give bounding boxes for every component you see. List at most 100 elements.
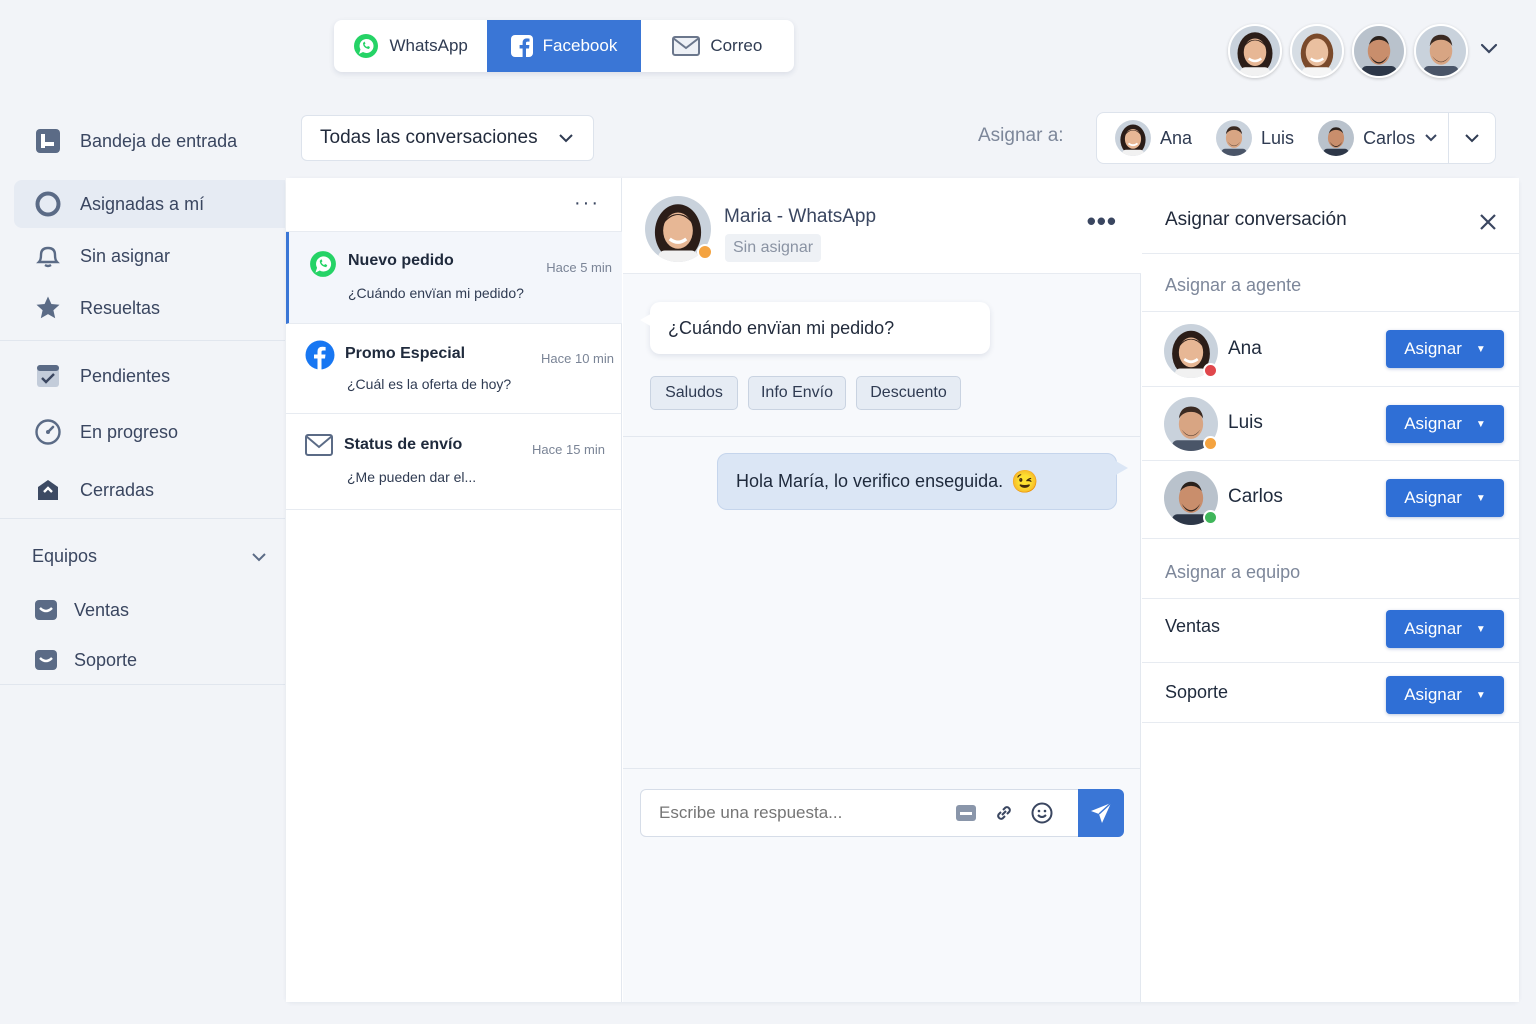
sidebar-item-label: Soporte (74, 649, 138, 670)
sidebar-team-ventas[interactable]: Ventas (14, 586, 285, 634)
assign-to-label: Asignar a: (978, 125, 1064, 146)
assign-chip-luis[interactable]: Luis (1216, 120, 1294, 156)
divider (623, 436, 1141, 437)
assign-button[interactable]: Asignar ▼ (1386, 676, 1504, 714)
tab-whatsapp[interactable]: WhatsApp (334, 20, 487, 72)
incoming-message: ¿Cuándo envïan mi pedido? (650, 302, 990, 354)
team-row-ventas: Ventas Asignar ▼ (1142, 599, 1519, 663)
status-dot (1203, 363, 1218, 378)
sidebar-team-soporte[interactable]: Soporte (14, 636, 285, 684)
conversation-title: Status de envío (344, 436, 463, 453)
tab-correo[interactable]: Correo (641, 20, 794, 72)
bell-icon (34, 242, 62, 270)
assign-to-bar: Ana Luis Carlos (1096, 112, 1496, 164)
sidebar-item-label: Bandeja de entrada (80, 130, 238, 151)
message-text: ¿Cuándo envïan mi pedido? (668, 317, 895, 338)
checkbox-icon (34, 362, 62, 390)
chevron-down-icon (1465, 134, 1479, 143)
avatar[interactable] (1352, 24, 1406, 78)
sidebar-item-label: Ventas (74, 599, 130, 620)
sidebar-item-inbox[interactable]: Bandeja de entrada (14, 117, 285, 165)
team-row-soporte: Soporte Asignar ▼ (1142, 663, 1519, 723)
assign-chip-carlos[interactable]: Carlos (1318, 120, 1438, 156)
bubble-tail (640, 312, 654, 328)
tab-correo-label: Correo (710, 36, 763, 55)
message-text: Hola María, lo verifico enseguida. (736, 471, 1004, 491)
assign-dropdown-button[interactable] (1448, 113, 1495, 163)
wink-emoji: 😉 (1011, 468, 1039, 494)
quick-reply-button[interactable]: Info Envío (748, 376, 846, 410)
assign-button[interactable]: Asignar ▼ (1386, 610, 1504, 648)
sidebar-item-label: Pendientes (80, 365, 171, 386)
assign-panel: Asignar conversación Asignar a agente An… (1142, 178, 1519, 1002)
teams-section-toggle[interactable]: Equipos (32, 546, 268, 567)
contact-name: Maria - WhatsApp (724, 206, 877, 227)
bubble-tail (1114, 460, 1128, 476)
agent-name: Ana (1228, 338, 1262, 359)
list-item[interactable]: Nuevo pedido Hace 5 min ¿Cuándo envïan m… (286, 232, 622, 324)
reply-input[interactable] (641, 803, 941, 823)
avatar (1216, 120, 1252, 156)
assign-chip-ana[interactable]: Ana (1115, 120, 1192, 156)
sidebar-item-in-progress[interactable]: En progreso (14, 408, 285, 456)
avatar[interactable] (1414, 24, 1468, 78)
star-icon (34, 294, 62, 322)
team-avatars (1228, 24, 1468, 78)
folder-icon (34, 596, 58, 624)
facebook-icon (510, 35, 533, 57)
assign-button[interactable]: Asignar ▼ (1386, 479, 1504, 517)
send-button[interactable] (1078, 789, 1124, 837)
avatar[interactable] (1228, 24, 1282, 78)
section-title: Asignar a equipo (1165, 562, 1301, 582)
conversation-title: Promo Especial (345, 345, 466, 362)
sidebar-item-closed[interactable]: Cerradas (14, 466, 285, 514)
conversation-preview: ¿Cuándo envïan mi pedido? (348, 285, 524, 301)
agent-name: Luis (1228, 412, 1263, 433)
more-options-icon[interactable]: ••• (1087, 208, 1117, 234)
emoji-icon[interactable] (1031, 802, 1053, 824)
conversation-title: Nuevo pedido (348, 252, 454, 269)
channel-tabs: WhatsApp Facebook Correo (334, 20, 794, 72)
sidebar-item-resolved[interactable]: Resueltas (14, 284, 285, 332)
conversation-filter-dropdown[interactable]: Todas las conversaciones (301, 115, 594, 161)
agent-row-ana: Ana Asignar ▼ (1142, 312, 1519, 387)
caret-down-icon: ▼ (1475, 418, 1486, 430)
gauge-icon (34, 418, 62, 446)
caret-down-icon: ▼ (1475, 492, 1486, 504)
assign-button[interactable]: Asignar ▼ (1386, 405, 1504, 443)
sidebar-item-unassigned[interactable]: Sin asignar (14, 232, 285, 280)
agent-name: Carlos (1228, 486, 1283, 507)
avatar (1164, 397, 1218, 451)
sidebar-item-pending[interactable]: Pendientes (14, 352, 285, 400)
sidebar-item-assigned-to-me[interactable]: Asignadas a mí (14, 180, 285, 228)
chevron-down-icon[interactable] (1479, 40, 1499, 56)
chevron-down-icon (559, 134, 573, 143)
whatsapp-icon (354, 34, 379, 58)
quick-reply-button[interactable]: Saludos (650, 376, 738, 410)
list-item[interactable]: Promo Especial Hace 10 min ¿Cuál es la o… (286, 324, 622, 414)
agent-row-carlos: Carlos Asignar ▼ (1142, 461, 1519, 539)
agent-name: Ana (1160, 127, 1193, 148)
attachment-icon[interactable] (955, 803, 977, 823)
assign-button[interactable]: Asignar ▼ (1386, 330, 1504, 368)
mail-icon (305, 434, 333, 456)
tab-facebook-label: Facebook (542, 36, 618, 55)
conversation-list: ··· Nuevo pedido Hace 5 min ¿Cuándo envï… (286, 178, 622, 1002)
assign-panel-title: Asignar conversación (1165, 209, 1347, 230)
assign-button-label: Asignar (1404, 488, 1462, 507)
conversation-preview: ¿Me pueden dar el... (347, 469, 477, 485)
divider (0, 340, 285, 341)
link-icon[interactable] (993, 802, 1015, 824)
chevron-down-icon (1425, 134, 1437, 142)
avatar[interactable] (1290, 24, 1344, 78)
assign-button-label: Asignar (1404, 414, 1462, 433)
tab-facebook[interactable]: Facebook (487, 20, 641, 72)
circle-icon (34, 190, 62, 218)
caret-down-icon: ▼ (1475, 623, 1486, 635)
close-icon[interactable] (1479, 213, 1497, 231)
status-badge: Sin asignar (725, 234, 822, 262)
more-options-icon[interactable]: ··· (574, 192, 600, 215)
quick-reply-button[interactable]: Descuento (856, 376, 961, 410)
list-item[interactable]: Status de envío Hace 15 min ¿Me pueden d… (286, 414, 622, 510)
caret-down-icon: ▼ (1475, 343, 1486, 355)
